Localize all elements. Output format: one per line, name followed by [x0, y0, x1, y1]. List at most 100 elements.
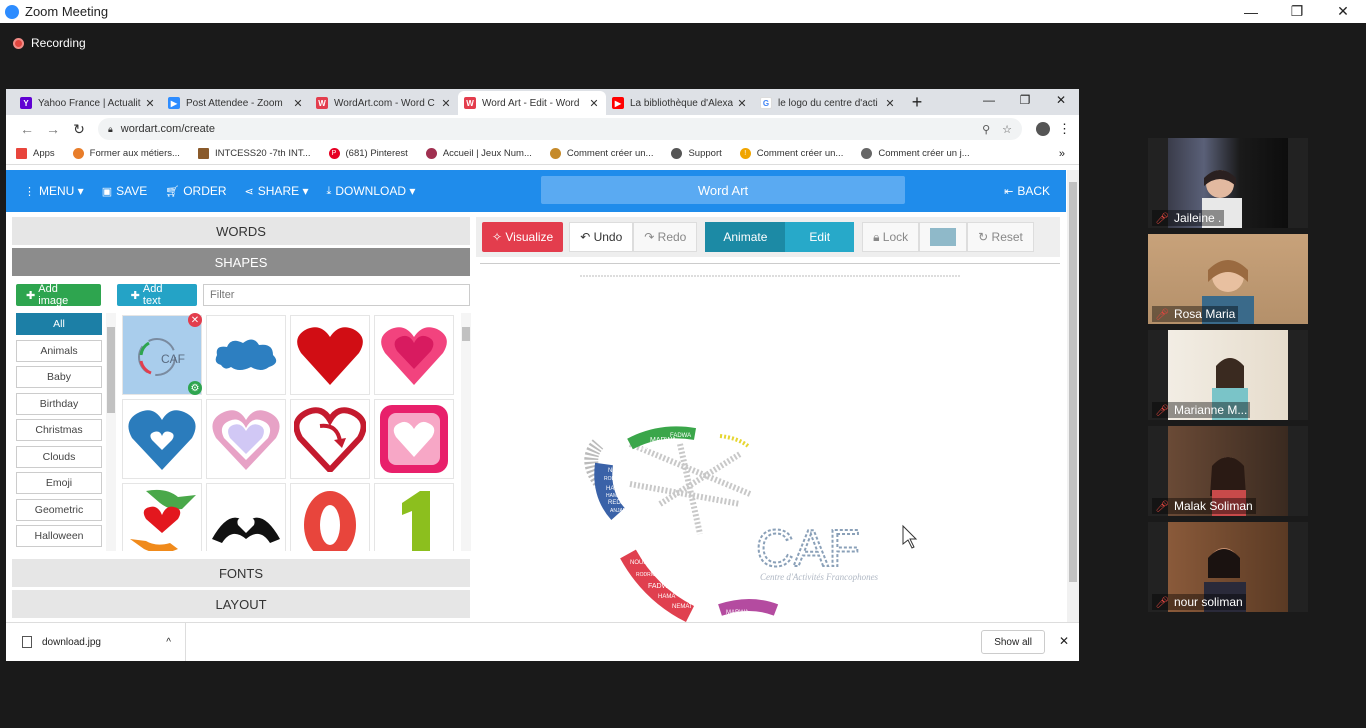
save-button[interactable]: ▣ SAVE [102, 184, 148, 198]
shape-arrow-heart[interactable] [290, 399, 370, 479]
browser-minimize-icon[interactable]: — [971, 89, 1007, 111]
shape-hands-heart[interactable] [122, 483, 202, 551]
participant-name: Malak Soliman [1173, 499, 1253, 513]
minimize-icon[interactable]: — [1228, 0, 1274, 23]
visualize-button[interactable]: ✧ Visualize [482, 222, 564, 252]
category-item[interactable]: Halloween [16, 525, 102, 547]
back-arrow-icon[interactable]: ← [14, 121, 40, 137]
show-all-button[interactable]: Show all [981, 630, 1045, 654]
wordart-title-field[interactable]: Word Art [541, 176, 905, 204]
wordart-canvas[interactable]: MARWA FADWA NOUR HAMA REDA MAY RODR HAMA… [480, 263, 1060, 623]
bookmark-star-icon[interactable]: ☆ [1002, 123, 1012, 136]
bookmark-item[interactable]: Former aux métiers... [72, 148, 180, 159]
browser-tab-active[interactable]: W Word Art - Edit - Word ✕ [458, 91, 606, 115]
recording-label: Recording [31, 36, 86, 50]
bookmark-item[interactable]: Accueil | Jeux Num... [425, 148, 532, 159]
bookmark-item[interactable]: ! Comment créer un... [739, 148, 843, 159]
tab-close-icon[interactable]: ✕ [588, 97, 600, 110]
profile-avatar-icon[interactable] [1036, 122, 1050, 136]
section-shapes[interactable]: SHAPES [12, 248, 470, 276]
padlock-icon: 🔒︎ [873, 229, 883, 244]
lock-button[interactable]: 🔒︎ Lock [862, 222, 920, 252]
shape-lavender-heart[interactable] [206, 399, 286, 479]
chevron-up-icon[interactable]: ^ [166, 637, 171, 648]
download-item[interactable]: download.jpg ^ [6, 622, 186, 661]
canvas-word: FADWA [648, 583, 673, 590]
category-item[interactable]: Geometric [16, 498, 102, 521]
participant-tile[interactable]: 🎤︎ nour soliman [1148, 522, 1308, 612]
tab-close-icon[interactable]: ✕ [440, 97, 452, 110]
menu-button[interactable]: ⋮ MENU ▾ [24, 184, 84, 198]
bookmark-item[interactable]: Comment créer un j... [861, 148, 970, 159]
add-text-button[interactable]: ✚ Add text [116, 283, 198, 307]
close-icon[interactable]: ✕ [1320, 0, 1366, 23]
browser-tab[interactable]: Y Yahoo France | Actualit ✕ [14, 91, 162, 115]
bookmarks-overflow-icon[interactable]: » [1059, 148, 1065, 160]
category-item[interactable]: Christmas [16, 419, 102, 441]
category-item[interactable]: Animals [16, 339, 102, 362]
close-downloads-icon[interactable]: ✕ [1059, 634, 1069, 648]
tab-close-icon[interactable]: ✕ [144, 97, 156, 110]
share-button[interactable]: ⋖ SHARE ▾ [245, 184, 309, 198]
shape-grid-scrollbar[interactable] [461, 313, 471, 551]
bookmark-item[interactable]: Comment créer un... [549, 148, 653, 159]
url-field[interactable]: 🔒︎ wordart.com/create ⚲ ☆ [98, 118, 1022, 140]
browser-close-icon[interactable]: ✕ [1043, 89, 1079, 111]
color-swatch-button[interactable] [919, 222, 968, 252]
restore-icon[interactable]: ❐ [1274, 0, 1320, 23]
menu-label: MENU [39, 184, 75, 198]
filter-input[interactable]: Filter [203, 284, 470, 306]
section-fonts[interactable]: FONTS [12, 559, 470, 587]
edit-button[interactable]: Edit [785, 222, 855, 252]
reload-icon[interactable]: ↻ [66, 121, 92, 138]
tab-close-icon[interactable]: ✕ [292, 97, 304, 110]
participant-tile[interactable]: 🎤︎ Marianne M... [1148, 330, 1308, 420]
new-tab-icon[interactable]: + [902, 91, 932, 115]
category-item[interactable]: All [16, 313, 102, 335]
page-scrollbar[interactable] [1067, 170, 1079, 623]
participant-tile[interactable]: 🎤︎ Jaileine . [1148, 138, 1308, 228]
back-button[interactable]: ⇤ BACK [1004, 184, 1050, 198]
add-image-button[interactable]: ✚ Add image [16, 283, 101, 307]
undo-button[interactable]: ↶ Undo [569, 222, 634, 252]
shape-blue-heart[interactable] [122, 399, 202, 479]
section-words[interactable]: WORDS [12, 217, 470, 245]
shape-pink-heart[interactable] [374, 315, 454, 395]
browser-menu-icon[interactable]: ⋮ [1058, 121, 1071, 137]
tab-close-icon[interactable]: ✕ [884, 97, 896, 110]
bookmark-item[interactable]: INTCESS20 -7th INT... [197, 148, 311, 159]
zoom-lens-icon[interactable]: ⚲ [982, 123, 990, 136]
remove-shape-icon[interactable]: ✕ [188, 313, 202, 327]
category-item[interactable]: Emoji [16, 472, 102, 494]
category-item[interactable]: Birthday [16, 392, 102, 415]
canvas-word: MAY [640, 446, 651, 452]
bookmark-item[interactable]: Support [671, 148, 722, 159]
category-item[interactable]: Clouds [16, 445, 102, 468]
shape-cloud[interactable] [206, 315, 286, 395]
bookmark-item[interactable]: Apps [16, 148, 55, 159]
category-item[interactable]: Baby [16, 366, 102, 388]
browser-restore-icon[interactable]: ❐ [1007, 89, 1043, 111]
shape-black-hands-heart[interactable] [206, 483, 286, 551]
browser-tab[interactable]: ▶ Post Attendee - Zoom ✕ [162, 91, 310, 115]
participant-tile[interactable]: 🎤︎ Rosa Maria [1148, 234, 1308, 324]
forward-arrow-icon[interactable]: → [40, 121, 66, 137]
tab-close-icon[interactable]: ✕ [736, 97, 748, 110]
animate-button[interactable]: Animate [705, 222, 786, 252]
category-scrollbar[interactable] [106, 313, 116, 551]
browser-tab[interactable]: G le logo du centre d'acti ✕ [754, 91, 902, 115]
shape-red-heart[interactable] [290, 315, 370, 395]
browser-tab[interactable]: ▶ La bibliothèque d'Alexa ✕ [606, 91, 754, 115]
reset-button[interactable]: ↻ Reset [967, 222, 1034, 252]
shape-heart-square[interactable] [374, 399, 454, 479]
download-button[interactable]: ⤓ DOWNLOAD ▾ [326, 184, 415, 198]
section-layout[interactable]: LAYOUT [12, 590, 470, 618]
participant-tile[interactable]: 🎤︎ Malak Soliman [1148, 426, 1308, 516]
shape-letter-o[interactable] [290, 483, 370, 551]
settings-gear-icon[interactable]: ⚙ [188, 381, 202, 395]
shape-number-one[interactable] [374, 483, 454, 551]
redo-button[interactable]: ↷ Redo [633, 222, 698, 252]
order-button[interactable]: 🛒︎ ORDER [165, 184, 226, 198]
bookmark-item[interactable]: P (681) Pinterest [328, 148, 408, 159]
browser-tab[interactable]: W WordArt.com - Word C ✕ [310, 91, 458, 115]
